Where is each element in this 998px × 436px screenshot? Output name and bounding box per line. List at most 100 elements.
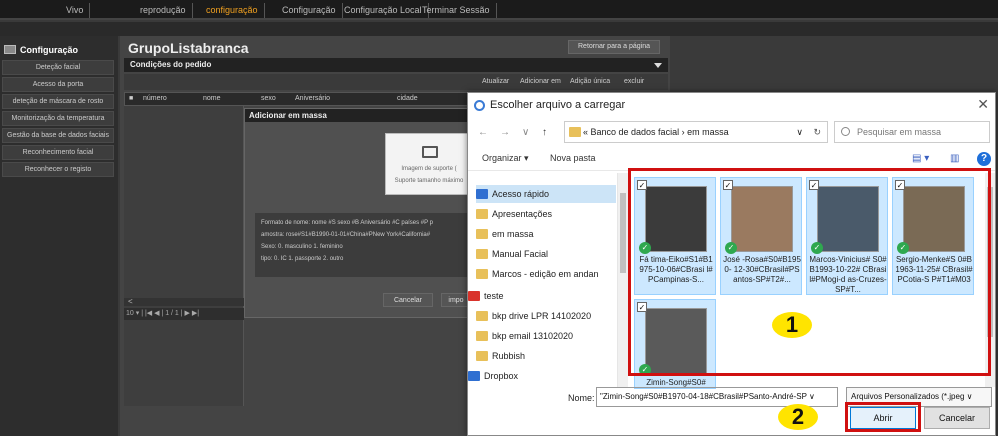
step-1-badge: 1 [772,312,812,338]
filename-label: Nome: [568,393,595,403]
chevron-down-icon [654,63,662,68]
column-name: nome [203,95,221,102]
mass-cancel-button[interactable]: Cancelar [383,293,433,307]
sidebar-item-face-database[interactable]: Gestão da base de dados faciais [2,128,114,143]
nav-label: teste [484,291,504,301]
nav-item-folder[interactable]: bkp drive LPR 14102020 [476,307,616,325]
nav-item-folder[interactable]: bkp email 13102020 [476,327,616,345]
sidebar-item-face-recognition[interactable]: Reconhecimento facial [2,145,114,160]
mass-add-panel: Adicionar em massa Imagem de suporte ( S… [244,108,471,318]
account-icon [468,291,480,301]
navigation-pane: Acesso rápido Apresentações em massa Man… [468,173,618,387]
address-bar[interactable]: « Banco de dados facial › em massa ∨ ↻ [564,121,828,143]
sidebar: Configuração inteligente Deteção facial … [0,36,118,436]
nav-label: Dropbox [484,371,519,381]
tab-playback[interactable]: reprodução [134,3,193,18]
column-city: cidade [397,95,418,102]
nav-label: Rubbish [492,351,526,361]
search-icon [841,127,850,136]
nav-item-folder[interactable]: Manual Facial [476,245,616,263]
cancel-button[interactable]: Cancelar [924,407,990,429]
sidebar-item-temperature[interactable]: Monitorização da temperatura [2,111,114,126]
upload-area[interactable]: Imagem de suporte ( Suporte tamanho máxi… [385,133,471,195]
recent-dropdown-icon[interactable]: ∨ [522,127,529,138]
star-icon [476,189,488,199]
nav-item-folder[interactable]: Marcos - edição em andan [476,265,616,283]
view-options-icon[interactable]: ▤ ▾ [912,153,929,164]
single-add-button[interactable]: Adição única [570,76,610,88]
format-line: tipo: 0. IC 1. passporte 2. outro [261,256,344,262]
folder-icon [569,127,581,137]
conditions-header[interactable]: Condições do pedido [124,58,668,72]
column-birthday: Aniversário [295,95,331,102]
sidebar-item-mask-detection[interactable]: deteção de máscara de rosto [2,94,114,109]
nav-item-folder[interactable]: Apresentações [476,205,616,223]
nav-label: bkp drive LPR 14102020 [492,311,592,321]
tab-logout[interactable]: Terminar Sessão [416,3,497,18]
column-number: número [143,95,167,102]
column-sex: sexo [261,95,276,102]
format-line: Sexo: 0. masculino 1. feminino [261,244,343,250]
format-line: Formato de nome: nome #S sexo #B Anivers… [261,220,433,226]
folder-open-icon [422,146,438,158]
address-dropdown-icon[interactable]: ∨ [796,122,803,142]
help-icon[interactable]: ? [977,152,991,166]
up-icon[interactable]: ↑ [542,127,547,138]
tab-local-configuration[interactable]: Configuração Local [338,3,429,18]
sidebar-item-recognize-log[interactable]: Reconhecer o registo [2,162,114,177]
nav-item-quick-access[interactable]: Acesso rápido [476,185,616,203]
navigation-scrollbar[interactable] [618,173,628,387]
tab-configuration[interactable]: Configuração [276,3,343,18]
back-icon[interactable]: ← [478,127,488,138]
batch-add-button[interactable]: Adicionar em [520,76,561,88]
open-button-highlight-box [845,402,921,432]
nav-item-dropbox[interactable]: Dropbox [468,367,608,385]
folder-icon [476,269,488,279]
search-input[interactable]: Pesquisar em massa [834,121,990,143]
pagination[interactable]: 10 ▾ | |◀ ◀ | 1 / 1 | ▶ ▶| [124,308,244,320]
select-all-checkbox[interactable]: ■ [129,93,133,105]
sidebar-item-face-detection[interactable]: Deteção facial [2,60,114,75]
tab-configuration-active[interactable]: configuração [200,3,265,18]
nav-label: em massa [492,229,534,239]
close-icon[interactable]: ✕ [977,96,989,113]
table-header: ■ número nome sexo Aniversário cidade [124,92,484,106]
organize-menu[interactable]: Organizar ▾ [482,153,529,164]
sidebar-title: Configuração inteligente [0,40,118,75]
new-folder-button[interactable]: Nova pasta [550,153,596,163]
folder-icon [476,311,488,321]
format-help: Formato de nome: nome #S sexo #B Anivers… [255,213,471,277]
group-title: GrupoListabranca [128,40,249,56]
support-image-text: Imagem de suporte ( [401,166,457,172]
nav-label: Manual Facial [492,249,549,259]
format-line: amostra: rose#S1#B1990-01-01#China#PNew … [261,232,431,238]
sidebar-item-door-access[interactable]: Acesso da porta [2,77,114,92]
top-navigation: Vivo reprodução configuração Configuraçã… [0,0,998,20]
folder-icon [476,229,488,239]
nav-item-folder[interactable]: Rubbish [476,347,616,365]
scrollbar-thumb[interactable] [620,193,626,273]
folder-icon [476,331,488,341]
dialog-title: Escolher arquivo a carregar [490,99,626,111]
return-button[interactable]: Retornar para a página [568,40,660,54]
tab-live[interactable]: Vivo [60,3,91,18]
support-size-text: Suporte tamanho máximo [394,178,464,184]
nav-item-teste[interactable]: teste [468,287,608,305]
conditions-label: Condições do pedido [130,60,212,69]
nav-label: Marcos - edição em andan [492,269,599,279]
refresh-button[interactable]: Atualizar [482,76,509,88]
nav-item-folder[interactable]: em massa [476,225,616,243]
nav-label: Apresentações [492,209,553,219]
action-row: Atualizar Adicionar em Adição única excl… [124,74,668,90]
breadcrumb: « Banco de dados facial › em massa [583,127,729,137]
delete-button[interactable]: excluir [624,76,644,88]
folder-icon [476,351,488,361]
settings-icon [4,45,16,54]
horizontal-scrollbar[interactable]: < [124,298,244,306]
dropbox-icon [468,371,480,381]
table-body [124,106,244,406]
preview-pane-icon[interactable]: ▥ [950,153,959,164]
selection-highlight-box [628,168,991,376]
forward-icon[interactable]: → [500,127,510,138]
refresh-icon[interactable]: ↻ [813,122,821,142]
